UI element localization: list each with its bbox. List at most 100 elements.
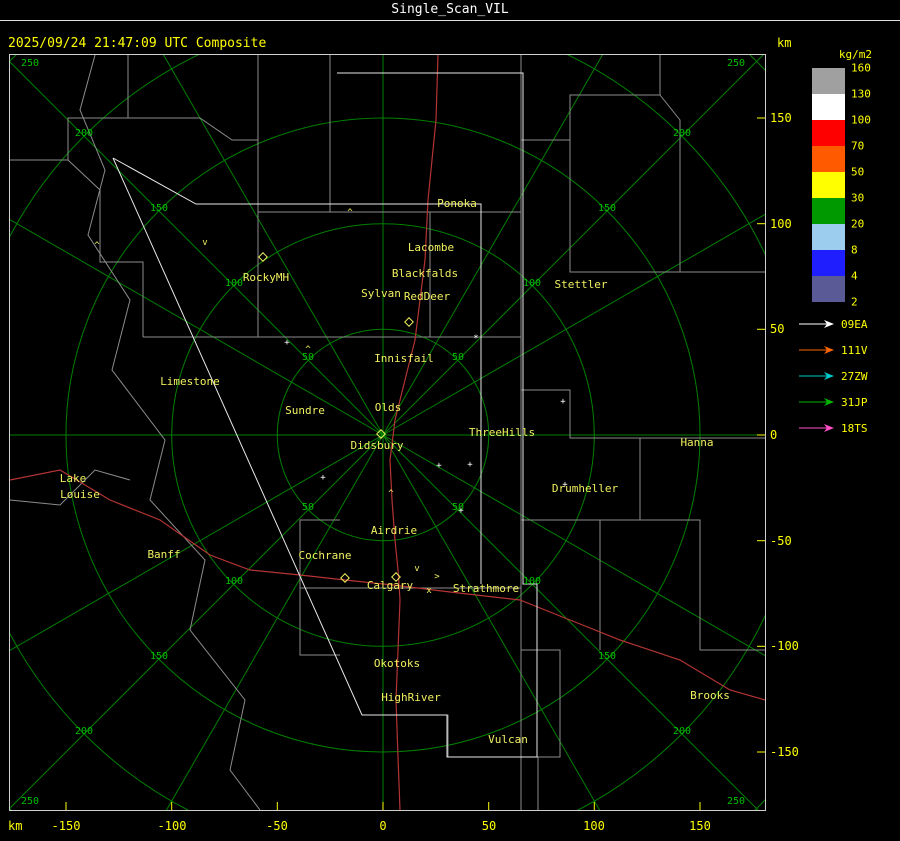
right-axis-label: 100 [770, 217, 792, 231]
county-boundary [362, 714, 539, 810]
spot-marker-icon: + [562, 480, 568, 490]
city-label: Brooks [690, 689, 730, 702]
station-arrow-icon [799, 320, 834, 328]
city-label: Innisfail [374, 352, 434, 365]
colorbar-swatch [812, 198, 845, 224]
station-arrow-icon [799, 346, 834, 354]
colorbar-swatch [812, 250, 845, 276]
station-legend-item: 31JP [797, 395, 868, 409]
city-label: Banff [147, 548, 180, 561]
station-legend-item: 09EA [797, 317, 868, 331]
city-label: Blackfalds [392, 267, 458, 280]
colorbar-value-label: 130 [851, 87, 871, 101]
city-label: ThreeHills [469, 426, 535, 439]
county-boundary [569, 140, 680, 273]
bottom-axis-label: -100 [157, 819, 187, 833]
spot-marker-icon: + [560, 397, 566, 407]
range-ring-label: 100 [523, 278, 541, 289]
station-arrow-icon [799, 372, 834, 380]
right-axis-label: -100 [770, 639, 799, 653]
bottom-axis-label: 150 [689, 819, 711, 833]
radar-viewer-window: Single_Scan_VIL 2025/09/24 21:47:09 UTC … [0, 0, 900, 841]
colorbar-value-label: 100 [851, 113, 871, 127]
right-axis-unit: km [777, 36, 792, 50]
colorbar-value-label: 160 [851, 61, 871, 75]
radar-site-marker-icon [340, 573, 350, 583]
vector-marker-icon: ^ [305, 345, 311, 355]
bottom-axis-label: 100 [583, 819, 605, 833]
colorbar-swatch [812, 172, 845, 198]
colorbar-swatch [812, 146, 845, 172]
station-id-label: 27ZW [841, 369, 868, 383]
colorbar-value-label: 70 [851, 139, 865, 153]
station-id-label: 111V [841, 343, 868, 357]
range-ring-label: 100 [225, 278, 243, 289]
range-ring-label: 250 [727, 796, 745, 807]
city-label: HighRiver [381, 691, 441, 704]
range-ring-label: 100 [225, 576, 243, 587]
range-ring-label: 150 [598, 651, 616, 662]
colorbar-value-label: 4 [851, 269, 858, 283]
window-title: Single_Scan_VIL [391, 2, 509, 17]
county-boundary [521, 55, 661, 141]
radar-site-marker-icon [258, 252, 268, 262]
city-label: RedDeer [404, 290, 451, 303]
city-label: Airdrie [371, 524, 417, 537]
right-axis-label: 150 [770, 111, 792, 125]
colorbar-unit-label: kg/m2 [838, 48, 872, 61]
spot-marker-icon: + [284, 338, 290, 348]
spot-marker-icon: * [473, 334, 478, 344]
map-frame: 50 50 50 50 100 100 100 100 150 150 150 150 200 200 20… [9, 54, 766, 811]
range-ring-label: 50 [302, 502, 314, 513]
county-boundary [67, 159, 144, 337]
station-arrow-icon [799, 398, 834, 406]
city-label: Calgary [367, 579, 414, 592]
city-label: Stettler [555, 278, 608, 291]
city-label: Cochrane [299, 549, 352, 562]
radar-map[interactable]: 50 5050 50100 100100 100150 150150 150200 20020… [10, 55, 765, 810]
bottom-axis-unit: km [8, 819, 23, 833]
range-ring-label: 200 [75, 128, 93, 139]
vector-marker-icon: > [434, 572, 440, 582]
city-label: Vulcan [488, 733, 528, 746]
right-axis-label: -50 [770, 534, 792, 548]
range-ring-label: 150 [150, 651, 168, 662]
range-ring-label: 150 [598, 203, 616, 214]
city-label: Olds [375, 401, 402, 414]
colorbar-value-label: 50 [851, 165, 865, 179]
spot-marker-icon: + [436, 461, 442, 471]
city-label: Okotoks [374, 657, 420, 670]
colorbar-swatch [812, 276, 845, 302]
station-id-label: 31JP [841, 395, 868, 409]
spot-marker-icon: + [320, 473, 326, 483]
city-label: Louise [60, 488, 100, 501]
range-ring-label: 50 [452, 352, 464, 363]
highway-line [392, 584, 765, 701]
city-label: Ponoka [437, 197, 477, 210]
city-label: Sylvan [361, 287, 401, 300]
colorbar-value-label: 20 [851, 217, 865, 231]
station-id-label: 18TS [841, 421, 868, 435]
city-label: Lacombe [408, 241, 454, 254]
city-label: RockyMH [243, 271, 289, 284]
station-legend-item: 27ZW [797, 369, 868, 383]
radar-site-marker-icon [404, 317, 414, 327]
spot-marker-icon: + [458, 506, 464, 516]
range-ring-label: 200 [673, 128, 691, 139]
city-label: Didsbury [351, 439, 404, 452]
scan-area-outline [112, 72, 538, 758]
range-ring-label: 150 [150, 203, 168, 214]
right-axis-label: -150 [770, 745, 799, 759]
station-id-label: 09EA [841, 317, 868, 331]
colorbar-swatch [812, 94, 845, 120]
range-ring-label: 250 [21, 796, 39, 807]
vector-marker-icon: v [414, 564, 419, 574]
station-arrow-icon [799, 424, 834, 432]
range-ring-label: 200 [673, 726, 691, 737]
county-boundary [659, 94, 765, 273]
county-boundary [257, 55, 331, 213]
city-label: Lake [60, 472, 87, 485]
scan-timestamp: 2025/09/24 21:47:09 UTC Composite [8, 36, 267, 51]
city-label: Strathmore [453, 582, 519, 595]
colorbar-swatch [812, 68, 845, 94]
